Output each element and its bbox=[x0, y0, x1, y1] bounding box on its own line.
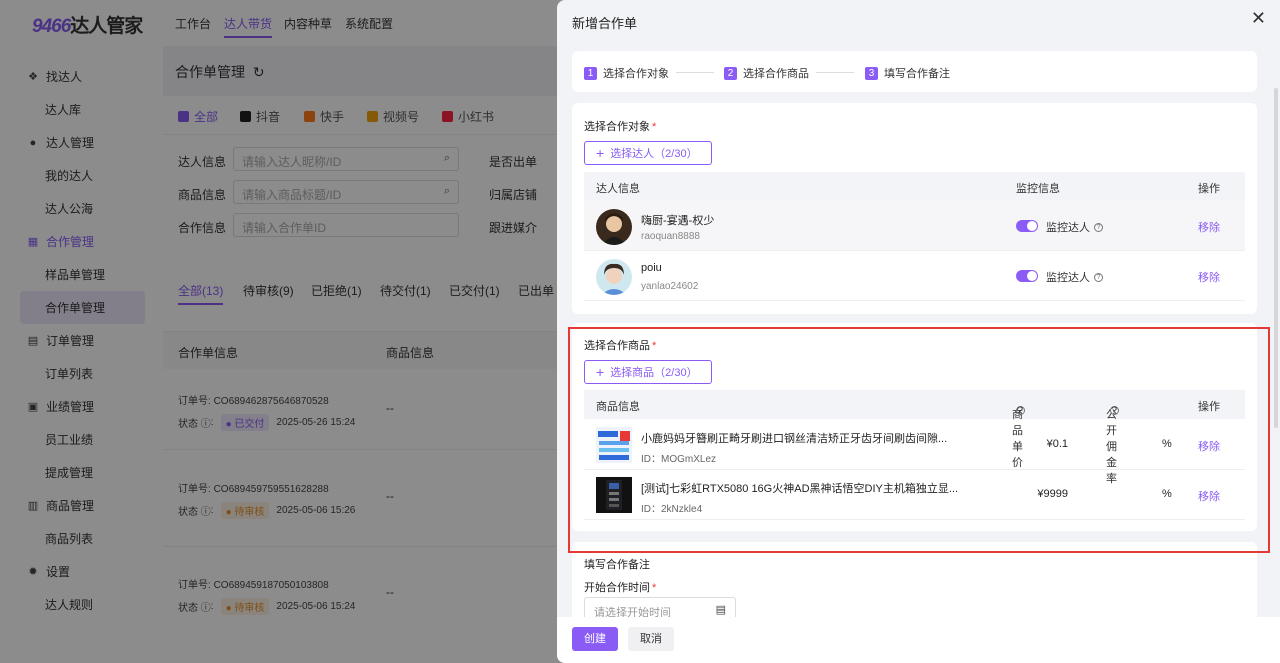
calendar-icon: ▤ bbox=[715, 604, 726, 616]
talent-id: raoquan8888 bbox=[641, 231, 700, 242]
step-connector bbox=[816, 72, 854, 73]
table-row: poiu yanlao24602 监控达人? 移除 bbox=[584, 251, 1245, 301]
drawer-scrollbar[interactable] bbox=[1274, 88, 1278, 428]
talent-name: 嗨厨-宴遇-权少 bbox=[641, 215, 715, 227]
avatar bbox=[596, 259, 632, 295]
talent-id: yanlao24602 bbox=[641, 281, 699, 292]
add-talent-button[interactable]: + 选择达人（2/30） bbox=[584, 141, 712, 165]
step-connector bbox=[676, 72, 714, 73]
drawer-footer: 创建 取消 bbox=[557, 617, 1280, 663]
col-action: 操作 bbox=[1198, 183, 1220, 195]
monitor-label: 监控达人? bbox=[1046, 269, 1103, 285]
remark-section: 填写合作备注 开始合作时间 * 请选择开始时间 ▤ bbox=[572, 542, 1257, 623]
highlight-box bbox=[568, 327, 1270, 553]
table-row: 嗨厨-宴遇-权少 raoquan8888 监控达人? 移除 bbox=[584, 201, 1245, 251]
remove-button[interactable]: 移除 bbox=[1198, 269, 1220, 285]
monitor-toggle[interactable] bbox=[1016, 220, 1038, 232]
monitor-label: 监控达人? bbox=[1046, 219, 1103, 235]
talent-table-header: 达人信息 监控信息 操作 bbox=[584, 172, 1245, 201]
help-icon: ? bbox=[1094, 222, 1103, 232]
col-talent-info: 达人信息 bbox=[596, 183, 640, 195]
step-3: 3 填写合作备注 bbox=[865, 65, 950, 81]
create-button[interactable]: 创建 bbox=[572, 627, 618, 651]
target-section: 选择合作对象 * + 选择达人（2/30） 达人信息 监控信息 操作 嗨厨-宴遇-权… bbox=[572, 103, 1257, 314]
close-icon[interactable]: ✕ bbox=[1251, 9, 1266, 27]
section-title: 选择合作对象 * bbox=[584, 121, 657, 133]
stepper: 1 选择合作对象 2 选择合作商品 3 填写合作备注 bbox=[572, 51, 1257, 92]
help-icon: ? bbox=[1094, 272, 1103, 282]
col-monitor: 监控信息 bbox=[1016, 183, 1060, 195]
section-title: 填写合作备注 bbox=[584, 559, 650, 571]
start-time-label: 开始合作时间 * bbox=[584, 582, 657, 594]
step-2: 2 选择合作商品 bbox=[724, 65, 809, 81]
avatar bbox=[596, 209, 632, 245]
plus-icon: + bbox=[596, 145, 605, 161]
remove-button[interactable]: 移除 bbox=[1198, 219, 1220, 235]
step-1: 1 选择合作对象 bbox=[584, 65, 669, 81]
cancel-button[interactable]: 取消 bbox=[628, 627, 674, 651]
talent-name: poiu bbox=[641, 262, 662, 274]
monitor-toggle[interactable] bbox=[1016, 270, 1038, 282]
drawer-title: 新增合作单 bbox=[572, 16, 638, 31]
